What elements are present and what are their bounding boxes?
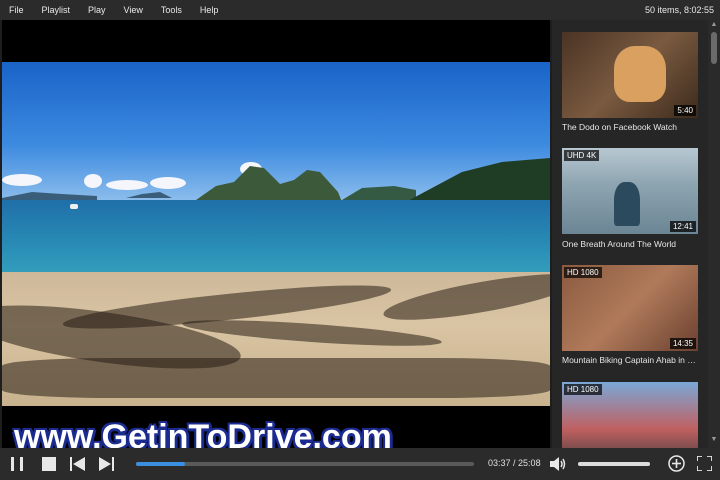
volume-slider[interactable] bbox=[578, 462, 650, 466]
video-canvas[interactable] bbox=[2, 20, 550, 448]
playlist-status: 50 items, 8:02:55 bbox=[644, 5, 714, 15]
seek-bar-progress bbox=[136, 462, 185, 466]
add-icon[interactable] bbox=[668, 455, 685, 472]
fullscreen-icon[interactable] bbox=[697, 456, 712, 471]
playlist-item-title[interactable]: The Dodo on Facebook Watch bbox=[562, 122, 702, 132]
playlist-item-thumbnail[interactable]: 5:40 bbox=[562, 32, 698, 118]
time-display: 03:37 / 25:08 bbox=[488, 458, 541, 468]
duration-badge: 12:41 bbox=[669, 221, 696, 232]
playlist-item-thumbnail[interactable]: UHD 4K 12:41 bbox=[562, 148, 698, 234]
scroll-up-icon[interactable]: ▲ bbox=[708, 21, 720, 28]
diver-image bbox=[614, 182, 640, 226]
playlist-panel: 5:40 The Dodo on Facebook Watch UHD 4K 1… bbox=[552, 20, 708, 448]
duration-badge: 14:35 bbox=[669, 338, 696, 349]
menu-view[interactable]: View bbox=[115, 5, 152, 15]
volume-icon[interactable] bbox=[550, 456, 568, 472]
playlist-item-title[interactable]: Mountain Biking Captain Ahab in Moab bbox=[562, 355, 702, 365]
previous-icon[interactable] bbox=[70, 457, 86, 471]
video-frame bbox=[2, 62, 550, 406]
stop-icon[interactable] bbox=[42, 457, 56, 471]
menu-bar: File Playlist Play View Tools Help 50 it… bbox=[0, 0, 720, 20]
total-time: 25:08 bbox=[518, 458, 541, 468]
pause-icon[interactable] bbox=[10, 456, 24, 472]
quality-badge: UHD 4K bbox=[564, 150, 600, 161]
quality-badge: HD 1080 bbox=[564, 384, 602, 395]
menu-file[interactable]: File bbox=[0, 5, 33, 15]
next-icon[interactable] bbox=[98, 457, 114, 471]
playlist-item-thumbnail[interactable]: HD 1080 14:35 bbox=[562, 265, 698, 351]
scroll-down-icon[interactable]: ▼ bbox=[708, 436, 720, 443]
playlist-item-thumbnail[interactable]: HD 1080 bbox=[562, 382, 698, 448]
palm-shadow bbox=[2, 358, 550, 398]
control-bar: 03:37 / 25:08 bbox=[0, 448, 720, 480]
menu-tools[interactable]: Tools bbox=[152, 5, 191, 15]
cat-image bbox=[614, 46, 666, 102]
quality-badge: HD 1080 bbox=[564, 267, 602, 278]
time-separator: / bbox=[510, 458, 519, 468]
menu-playlist[interactable]: Playlist bbox=[33, 5, 80, 15]
current-time: 03:37 bbox=[488, 458, 511, 468]
menu-help[interactable]: Help bbox=[191, 5, 228, 15]
seek-bar[interactable] bbox=[136, 462, 474, 466]
duration-badge: 5:40 bbox=[674, 105, 696, 116]
boat bbox=[70, 204, 78, 209]
playlist-item-title[interactable]: One Breath Around The World bbox=[562, 239, 702, 249]
playlist-scrollbar[interactable]: ▲ ▼ bbox=[708, 20, 720, 448]
menu-play[interactable]: Play bbox=[79, 5, 115, 15]
volume-level bbox=[578, 462, 650, 466]
scrollbar-thumb[interactable] bbox=[711, 32, 717, 64]
